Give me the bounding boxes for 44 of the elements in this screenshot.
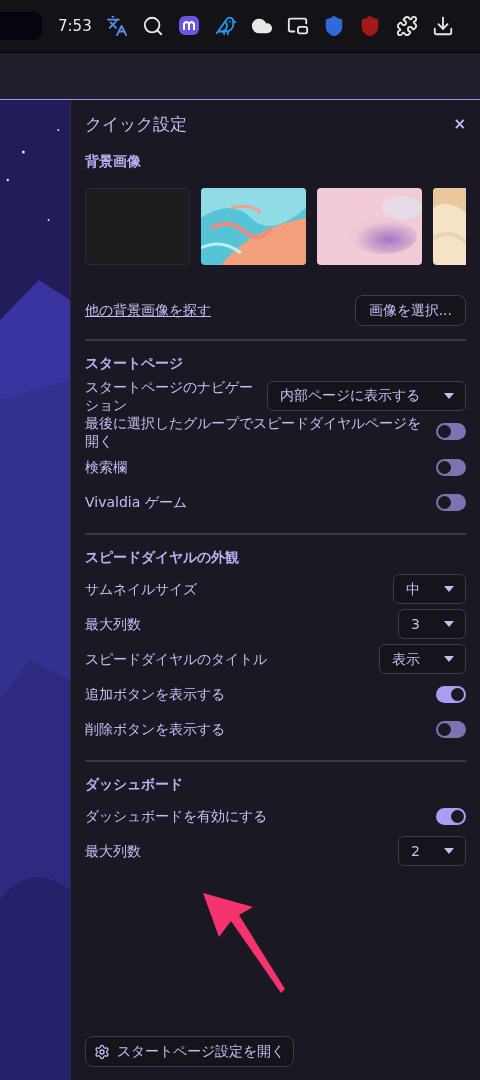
caret-icon [444,392,454,399]
caret-icon [444,586,454,592]
toggle-switch[interactable] [436,807,466,825]
section-heading: スタートページ [85,353,184,373]
setting-label: 検索欄 [85,458,127,476]
setting-label: サムネイルサイズ [85,580,197,598]
dropdown[interactable]: 中 [393,574,466,604]
setting-label: Vivaldia ゲーム [85,493,187,511]
toggle-switch[interactable] [436,423,466,440]
translate-icon[interactable] [105,15,128,37]
setting-label: 削除ボタンを表示する [85,720,225,738]
clock-time: 7:53 [58,15,92,37]
section-heading: ダッシュボード [85,774,184,794]
window-icon[interactable] [287,15,309,37]
setting-label: スタートページのナビゲーション [85,377,254,414]
section-heading: 背景画像 [85,151,142,171]
setting-label: 最後に選択したグループでスピードダイヤルページを開く [85,413,422,450]
toggle-switch[interactable] [436,493,466,511]
caret-icon [444,621,454,627]
setting-label: スピードダイヤルのタイトル [85,650,267,668]
setting-label: 最大列数 [85,842,141,860]
toggle-switch[interactable] [436,720,466,738]
open-settings-button[interactable]: スタートページ設定を開く [85,1036,294,1067]
choose-image-button[interactable]: 画像を選択... [354,294,466,326]
section-heading: スピードダイヤルの外観 [85,547,240,567]
panel-title: クイック設定 [85,113,187,136]
settings-icon [94,1043,110,1060]
setting-label: 最大列数 [85,615,141,633]
dropdown[interactable]: 内部ページに表示する [267,380,466,411]
toggle-switch[interactable] [436,458,466,476]
setting-label: 追加ボタンを表示する [85,685,225,703]
caret-icon [444,656,454,662]
setting-label: ダッシュボードを有効にする [85,807,267,825]
toggle-switch[interactable] [436,685,466,703]
search-icon[interactable] [142,15,165,37]
dropdown[interactable]: 2 [398,836,466,866]
puzzle-icon[interactable] [395,15,418,37]
bird-icon[interactable] [214,15,237,37]
close-button[interactable]: × [453,117,466,133]
link[interactable]: 他の背景画像を探す [85,299,211,321]
dropdown[interactable]: 表示 [379,644,466,674]
caret-icon [444,848,454,854]
dropdown[interactable]: 3 [398,609,466,639]
download-icon[interactable] [431,15,454,37]
